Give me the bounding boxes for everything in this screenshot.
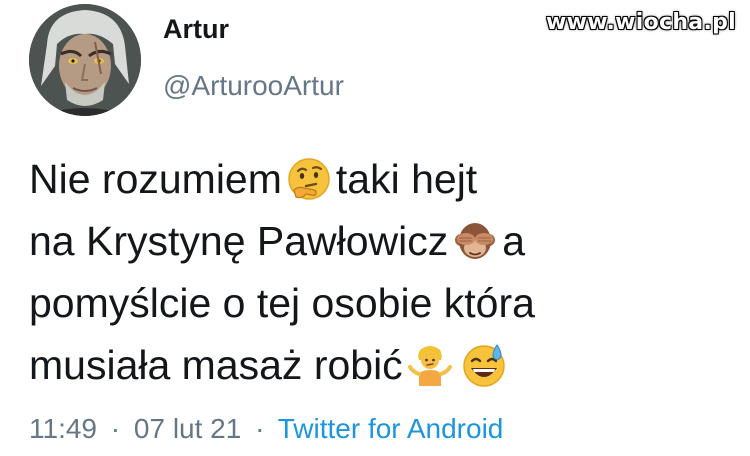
tweet-text-segment: a — [502, 218, 526, 264]
tweet-card: Artur @ArturooArtur www.wiocha.pl Nie ro… — [0, 0, 750, 456]
tweet-line: na Krystynę Pawłowicz a — [29, 210, 729, 272]
see-no-evil-monkey-icon — [452, 218, 498, 264]
tweet-line: pomyślcie o tej osobie która — [29, 280, 535, 326]
tweet-date[interactable]: 07 lut 21 — [134, 413, 241, 444]
user-handle[interactable]: @ArturooArtur — [163, 70, 344, 102]
tweet-text-segment: musiała masaż robić — [29, 342, 403, 388]
tweet-text-segment: Nie rozumiem — [29, 156, 282, 202]
display-name[interactable]: Artur — [163, 14, 229, 45]
tweet-time[interactable]: 11:49 — [29, 413, 97, 444]
tweet-line: Nie rozumiem taki hejt — [29, 148, 729, 210]
thinking-face-icon — [286, 156, 332, 202]
tweet-line: musiała masaż robić — [29, 334, 729, 396]
meta-separator: · — [110, 413, 121, 444]
avatar-image — [29, 4, 141, 116]
tweet-meta: 11:49 · 07 lut 21 · Twitter for Android — [29, 413, 503, 445]
tweet-text-segment: taki hejt — [335, 156, 478, 202]
grinning-sweat-face-icon — [461, 342, 507, 388]
watermark: www.wiocha.pl — [546, 10, 736, 35]
meta-separator: · — [255, 413, 265, 444]
tweet-text: Nie rozumiem taki hejt na Krystynę Pawło… — [29, 148, 729, 396]
tweet-source-link[interactable]: Twitter for Android — [278, 413, 504, 444]
avatar[interactable] — [29, 4, 141, 116]
person-shrugging-icon — [407, 342, 453, 388]
tweet-text-segment: na Krystynę Pawłowicz — [29, 218, 449, 264]
